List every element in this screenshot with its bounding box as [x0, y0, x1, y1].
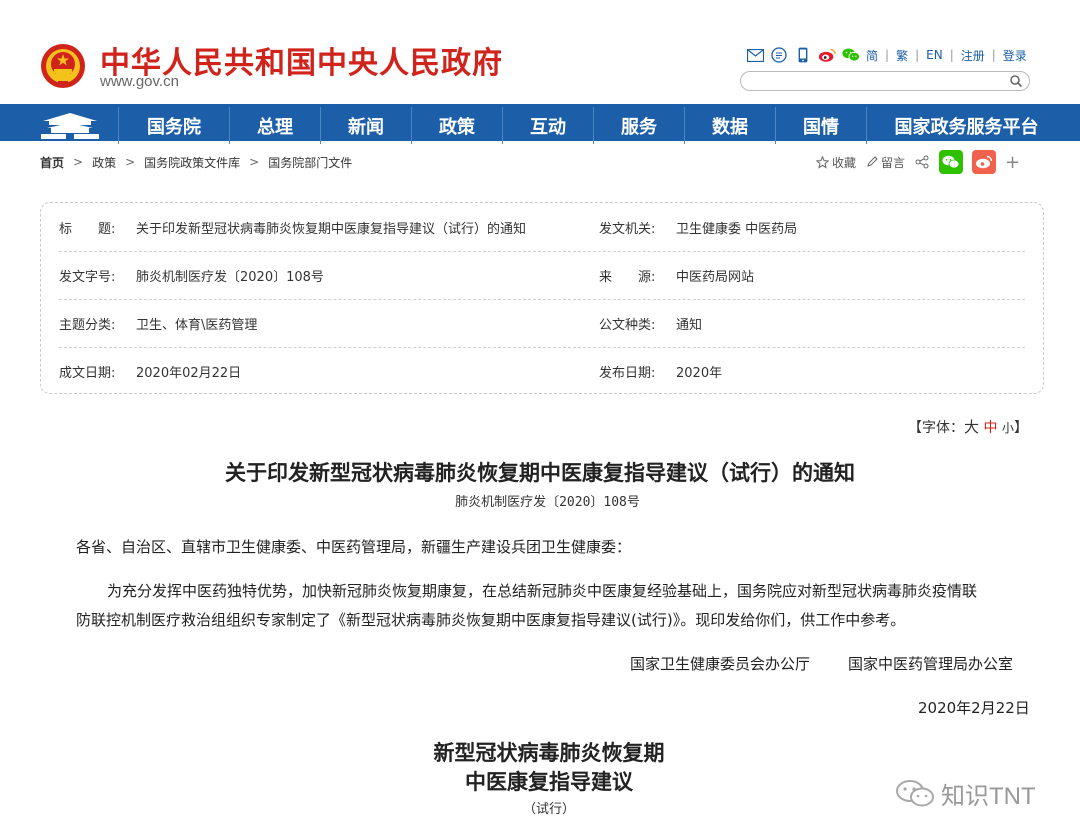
lang-traditional-link[interactable]: 繁	[896, 47, 908, 64]
info-row: 成文日期: 2020年02月22日 发布日期: 2020年	[59, 347, 1025, 395]
nav-home[interactable]	[22, 107, 118, 144]
font-size-medium-button[interactable]: 中	[983, 420, 997, 436]
rss-icon[interactable]	[770, 46, 788, 64]
comment-button[interactable]: 留言	[866, 154, 905, 171]
mobile-icon[interactable]	[794, 46, 812, 64]
wechat-icon[interactable]	[842, 46, 860, 64]
lang-simplified-link[interactable]: 简	[866, 47, 878, 64]
breadcrumb-policy[interactable]: 政策	[92, 154, 116, 171]
comment-label: 留言	[881, 155, 906, 170]
lang-english-link[interactable]: EN	[926, 48, 943, 62]
mail-icon[interactable]	[746, 46, 764, 64]
nav-item-data[interactable]: 数据	[684, 107, 775, 144]
wechat-watermark-icon	[896, 779, 934, 806]
docno-value: 肺炎机制医疗发〔2020〕108号	[136, 269, 324, 285]
info-row: 标 题: 关于印发新型冠状病毒肺炎恢复期中医康复指导建议（试行）的通知 发文机关:…	[59, 203, 1025, 251]
font-size-prefix: 【字体：	[908, 420, 964, 436]
register-link[interactable]: 注册	[961, 47, 985, 64]
chevron-right-icon: >	[73, 155, 84, 169]
article-title: 关于印发新型冠状病毒肺炎恢复期中医康复指导建议（试行）的通知	[225, 460, 855, 485]
breadcrumb-department-docs[interactable]: 国务院部门文件	[268, 154, 352, 171]
title-value: 关于印发新型冠状病毒肺炎恢复期中医康复指导建议（试行）的通知	[136, 221, 527, 237]
written-date-label: 成文日期:	[59, 365, 116, 381]
main-nav: 国务院 总理 新闻 政策 互动 服务 数据 国情 国家政务服务平台	[0, 104, 1080, 144]
written-date-value: 2020年02月22日	[136, 365, 242, 381]
title-label: 标 题:	[59, 221, 116, 237]
source-value: 中医药局网站	[676, 269, 755, 285]
weibo-icon	[976, 155, 993, 169]
share-weibo-button[interactable]	[972, 150, 997, 174]
share-button[interactable]	[915, 155, 929, 169]
top-links: 简 | 繁 | EN | 注册 | 登录	[746, 44, 1027, 66]
article-greeting: 各省、自治区、直辖市卫生健康委、中医药管理局，新疆生产建设兵团卫生健康委：	[76, 538, 632, 556]
share-wechat-button[interactable]	[939, 150, 964, 174]
published-date-label: 发布日期:	[599, 365, 656, 381]
article-signer: 国家卫生健康委员会办公厅	[630, 655, 811, 673]
favorite-label: 收藏	[832, 155, 857, 170]
font-size-switcher: 【字体：大 中 小】	[908, 416, 1028, 437]
separator: |	[949, 48, 954, 62]
font-size-suffix: 】	[1013, 420, 1028, 436]
nav-item-news[interactable]: 新闻	[320, 107, 411, 144]
nav-item-policy[interactable]: 政策	[411, 107, 502, 144]
separator: |	[915, 48, 920, 62]
article-docno: 肺炎机制医疗发〔2020〕108号	[455, 495, 640, 510]
topic-value: 卫生、体育\医药管理	[136, 317, 258, 333]
issuer-value: 卫生健康委 中医药局	[676, 221, 798, 237]
search-input[interactable]	[751, 74, 1011, 92]
favorite-button[interactable]: 收藏	[816, 154, 856, 171]
document-info-table: 标 题: 关于印发新型冠状病毒肺炎恢复期中医康复指导建议（试行）的通知 发文机关:…	[40, 202, 1044, 394]
site-header: 中华人民共和国中央人民政府 www.gov.cn 简 | 繁 | EN | 注册…	[0, 0, 1080, 104]
wechat-icon	[942, 155, 960, 169]
nav-item-services[interactable]: 服务	[593, 107, 684, 144]
star-icon	[816, 155, 829, 169]
article-actions: 收藏 留言 +	[816, 150, 1020, 174]
login-link[interactable]: 登录	[1003, 47, 1027, 64]
issuer-label: 发文机关:	[599, 221, 656, 237]
nav-items: 国务院 总理 新闻 政策 互动 服务 数据 国情 国家政务服务平台	[118, 107, 1066, 144]
article-date: 2020年2月22日	[918, 699, 1030, 717]
weibo-icon[interactable]	[818, 46, 836, 64]
breadcrumb-policy-library[interactable]: 国务院政策文件库	[144, 154, 240, 171]
info-row: 主题分类: 卫生、体育\医药管理 公文种类: 通知	[59, 299, 1025, 347]
article-body-line: 为充分发挥中医药独特优势，加快新冠肺炎恢复期康复，在总结新冠肺炎中医康复经验基础…	[107, 582, 978, 600]
docno-label: 发文字号:	[59, 269, 116, 285]
more-share-icon[interactable]: +	[1005, 152, 1020, 173]
search-icon[interactable]	[1009, 74, 1023, 88]
chevron-right-icon: >	[125, 155, 136, 169]
search-box	[740, 71, 1030, 92]
published-date-value: 2020年	[676, 365, 723, 381]
separator: |	[885, 48, 890, 62]
doc-type-label: 公文种类:	[599, 317, 656, 333]
breadcrumb-home[interactable]: 首页	[40, 154, 64, 171]
article-body-line: 防联控机制医疗救治组组织专家制定了《新型冠状病毒肺炎恢复期中医康复指导建议(试行…	[76, 611, 906, 629]
font-size-small-button[interactable]: 小	[1002, 421, 1014, 435]
separator: |	[991, 48, 996, 62]
site-url: www.gov.cn	[100, 73, 179, 90]
source-label: 来 源:	[599, 269, 656, 285]
nav-item-state-council[interactable]: 国务院	[118, 107, 229, 144]
article-signer: 国家中医药管理局办公室	[848, 655, 1014, 673]
watermark: 知识TNT	[895, 776, 1036, 811]
chevron-right-icon: >	[249, 155, 260, 169]
nav-item-national-info[interactable]: 国情	[775, 107, 866, 144]
breadcrumb: 首页 > 政策 > 国务院政策文件库 > 国务院部门文件	[40, 153, 352, 171]
share-icon	[915, 155, 929, 169]
info-row: 发文字号: 肺炎机制医疗发〔2020〕108号 来 源: 中医药局网站	[59, 251, 1025, 299]
pencil-icon	[867, 156, 878, 167]
attachment-title: 新型冠状病毒肺炎恢复期	[433, 740, 665, 765]
nav-item-premier[interactable]: 总理	[229, 107, 320, 144]
doc-type-value: 通知	[676, 317, 703, 333]
national-emblem-icon[interactable]	[40, 42, 86, 90]
nav-item-gov-service-platform[interactable]: 国家政务服务平台	[866, 107, 1066, 144]
tiananmen-icon	[41, 112, 99, 139]
nav-item-interaction[interactable]: 互动	[502, 107, 593, 144]
topic-label: 主题分类:	[59, 317, 116, 333]
watermark-text: 知识TNT	[941, 783, 1036, 810]
font-size-large-button[interactable]: 大	[964, 418, 979, 436]
